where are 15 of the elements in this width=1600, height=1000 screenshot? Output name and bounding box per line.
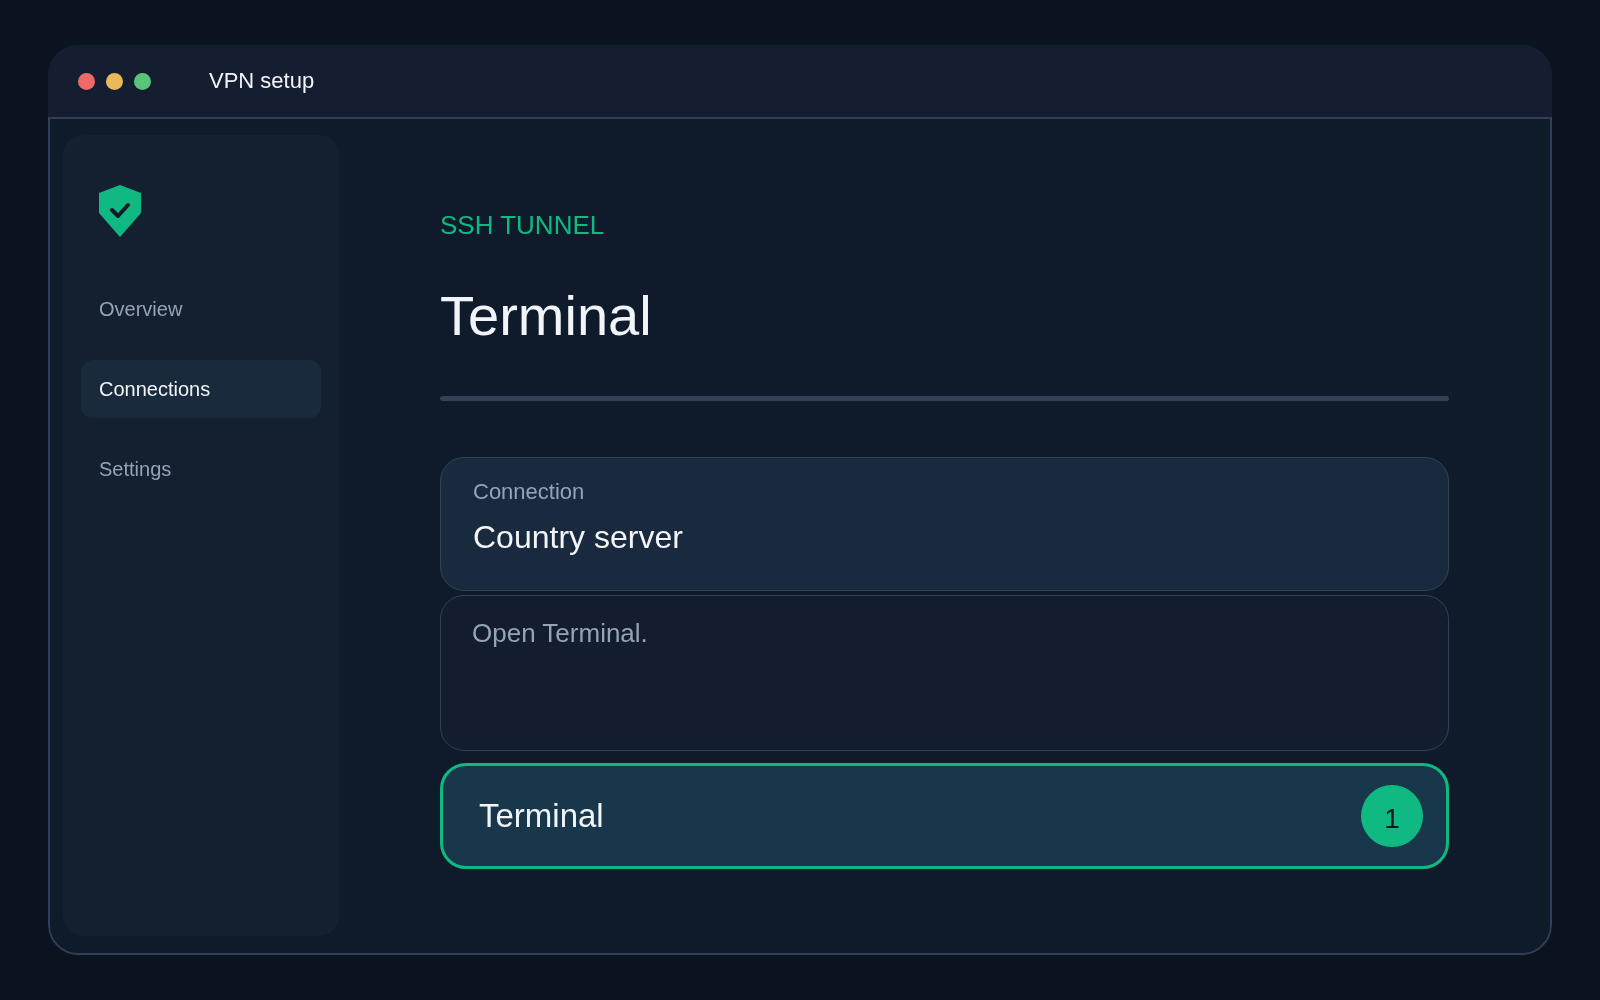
section-label: SSH TUNNEL	[440, 210, 605, 241]
shield-check-icon	[99, 185, 141, 237]
count-badge: 1	[1361, 785, 1423, 847]
sidebar-item[interactable]: Settings	[81, 440, 321, 498]
field-label: Connection	[473, 478, 585, 506]
terminal-button[interactable]: Terminal 1	[440, 763, 1449, 869]
page-title: Terminal	[440, 283, 652, 349]
close-button[interactable]	[78, 72, 95, 90]
field-value: Country server	[473, 518, 683, 556]
maximize-button[interactable]	[134, 72, 151, 90]
sidebar-item[interactable]: Connections	[81, 360, 321, 418]
message-field[interactable]: Open Terminal.	[440, 595, 1449, 751]
minimize-button[interactable]	[106, 72, 123, 90]
sidebar-item[interactable]: Overview	[81, 280, 321, 338]
window-title: VPN setup	[209, 68, 315, 94]
